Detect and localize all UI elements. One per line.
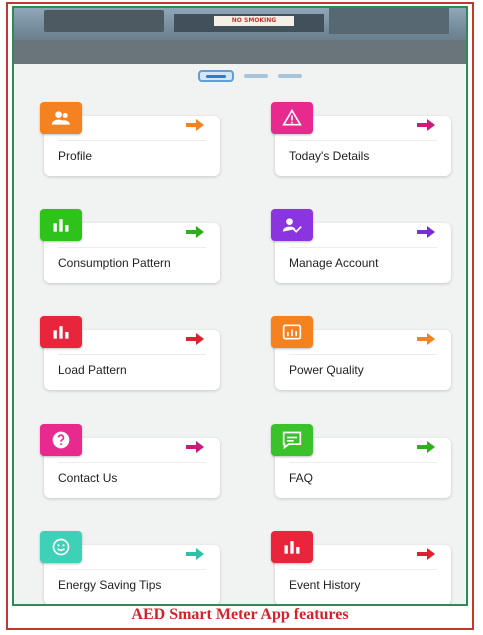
smile-icon	[40, 531, 82, 563]
arrow-right-icon	[417, 225, 435, 238]
feature-card[interactable]: Event History	[271, 531, 451, 604]
carousel-banner-image: NO SMOKING	[14, 8, 466, 64]
feature-card-label: Event History	[289, 578, 361, 592]
feature-card[interactable]: Today's Details	[271, 102, 451, 176]
feature-card[interactable]: FAQ	[271, 424, 451, 498]
feature-card[interactable]: Power Quality	[271, 316, 451, 390]
carousel-dot-3[interactable]	[278, 74, 302, 78]
chat-icon	[271, 424, 313, 456]
arrow-right-icon	[186, 332, 204, 345]
carousel-dot-1[interactable]	[198, 70, 234, 82]
arrow-right-icon	[417, 440, 435, 453]
feature-card[interactable]: Energy Saving Tips	[40, 531, 220, 604]
arrow-right-icon	[186, 118, 204, 131]
feature-card-label: Power Quality	[289, 363, 364, 377]
feature-card[interactable]: Load Pattern	[40, 316, 220, 390]
feature-card-label: Load Pattern	[58, 363, 127, 377]
bar-chart-icon	[40, 209, 82, 241]
bar-chart-icon	[40, 316, 82, 348]
users-icon	[40, 102, 82, 134]
feature-card[interactable]: Consumption Pattern	[40, 209, 220, 283]
user-check-icon	[271, 209, 313, 241]
feature-card-label: Contact Us	[58, 471, 118, 485]
feature-card-label: Consumption Pattern	[58, 256, 171, 270]
bar-chart-icon	[271, 531, 313, 563]
feature-card-label: Profile	[58, 149, 93, 163]
figure-caption: AED Smart Meter App features	[131, 606, 349, 623]
app-screen: NO SMOKING Profile Today's Details Consump…	[12, 6, 468, 606]
feature-card[interactable]: Contact Us	[40, 424, 220, 498]
arrow-right-icon	[417, 547, 435, 560]
meter-icon	[271, 316, 313, 348]
banner-sign: NO SMOKING	[214, 16, 294, 26]
figure-frame: NO SMOKING Profile Today's Details Consump…	[6, 2, 474, 630]
carousel-dot-2[interactable]	[244, 74, 268, 78]
feature-card-label: Today's Details	[289, 149, 370, 163]
arrow-right-icon	[186, 225, 204, 238]
carousel-indicator	[198, 70, 308, 82]
feature-card[interactable]: Profile	[40, 102, 220, 176]
arrow-right-icon	[417, 332, 435, 345]
warning-icon	[271, 102, 313, 134]
arrow-right-icon	[186, 547, 204, 560]
feature-card-label: FAQ	[289, 471, 314, 485]
arrow-right-icon	[417, 118, 435, 131]
help-icon	[40, 424, 82, 456]
feature-card-label: Energy Saving Tips	[58, 578, 162, 592]
arrow-right-icon	[186, 440, 204, 453]
feature-card-label: Manage Account	[289, 256, 379, 270]
feature-card[interactable]: Manage Account	[271, 209, 451, 283]
